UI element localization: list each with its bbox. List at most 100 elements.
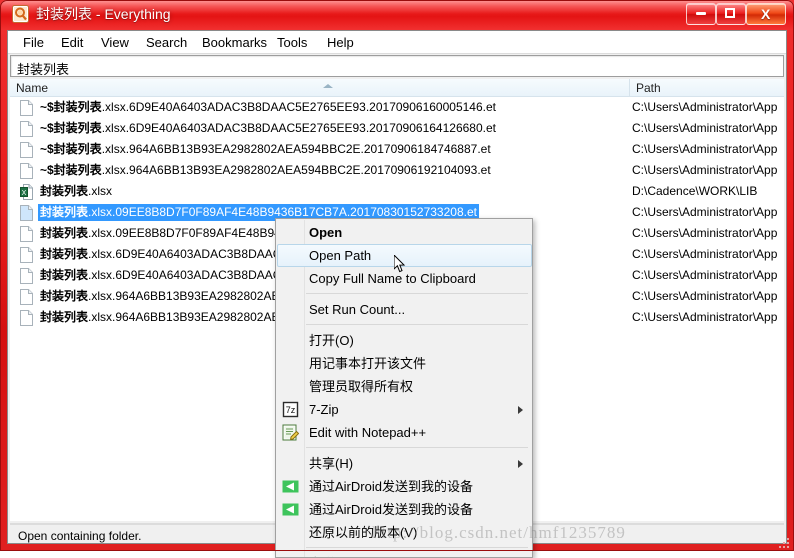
window-title: 封装列表 - Everything <box>36 6 171 22</box>
context-menu[interactable]: Open Open Path Copy Full Name to Clipboard… <box>275 218 533 558</box>
column-header-name[interactable]: Name <box>10 79 630 97</box>
context-menu-item-label: 用记事本打开该文件 <box>309 356 427 371</box>
file-path-cell: C:\Users\Administrator\App <box>632 121 778 135</box>
context-menu-item-label: 还原以前的版本(V) <box>309 525 418 540</box>
file-name-suffix: .xlsx.6D9E40A6403ADAC3B8DAAC5E2765EE93.2… <box>101 121 496 135</box>
file-name-cjk: ~$封装列表 <box>40 142 102 156</box>
file-name-suffix: .xlsx.09EE8B8D7F0F89AF4E48B943 <box>88 226 288 240</box>
svg-text:7z: 7z <box>286 405 296 415</box>
context-menu-item-label: Set Run Count... <box>309 302 406 317</box>
search-input[interactable] <box>15 58 779 78</box>
column-header-row: Name Path <box>10 79 784 97</box>
generic-file-icon <box>20 121 33 137</box>
close-icon: X <box>761 6 771 22</box>
context-menu-item[interactable]: 通过AirDroid发送到我的设备 <box>277 475 532 498</box>
table-row[interactable]: ~$封装列表.xlsx.6D9E40A6403ADAC3B8DAAC5E2765… <box>10 97 784 118</box>
context-menu-separator <box>306 293 528 294</box>
generic-file-icon <box>20 268 33 284</box>
file-name-cell: ~$封装列表.xlsx.964A6BB13B93EA2982802AEA594B… <box>38 141 493 158</box>
table-row[interactable]: ~$封装列表.xlsx.964A6BB13B93EA2982802AEA594B… <box>10 160 784 181</box>
file-name-cjk: 封装列表 <box>40 289 89 303</box>
airdroid-icon <box>282 501 299 518</box>
file-name-suffix: .xlsx.964A6BB13B93EA2982802AEA594BBC2E.2… <box>101 142 491 156</box>
file-name-cell: 封装列表.xlsx.09EE8B8D7F0F89AF4E48B943 <box>38 225 289 242</box>
context-menu-item[interactable]: Copy Full Name to Clipboard <box>277 267 532 290</box>
context-menu-item-label: 管理员取得所有权 <box>309 379 414 394</box>
context-menu-item[interactable]: 发送到(N) <box>277 552 532 557</box>
generic-file-icon <box>20 100 33 116</box>
context-menu-item[interactable]: Open Path <box>277 244 532 267</box>
maximize-button[interactable] <box>716 3 746 25</box>
context-menu-item-label: 共享(H) <box>309 456 354 471</box>
menu-bookmarks[interactable]: Bookmarks <box>197 34 272 51</box>
file-path-cell: C:\Users\Administrator\App <box>632 289 778 303</box>
menu-edit[interactable]: Edit <box>56 34 88 51</box>
context-menu-item[interactable]: 还原以前的版本(V) <box>277 521 532 544</box>
file-name-suffix: .xlsx <box>88 184 113 198</box>
menu-bar: File Edit View Search Bookmarks Tools He… <box>8 31 786 54</box>
sevenzip-icon: 7z <box>282 401 299 418</box>
context-menu-item[interactable]: Edit with Notepad++ <box>277 421 532 444</box>
everything-magnifier-icon <box>12 5 29 23</box>
menu-tools[interactable]: Tools <box>272 34 312 51</box>
excel-file-icon: X <box>20 184 33 200</box>
context-menu-item-label: 通过AirDroid发送到我的设备 <box>309 479 473 494</box>
file-name-cell: ~$封装列表.xlsx.964A6BB13B93EA2982802AEA594B… <box>38 162 493 179</box>
menu-help[interactable]: Help <box>322 34 359 51</box>
context-menu-item-label: 打开(O) <box>309 333 354 348</box>
file-name-suffix: .xlsx.09EE8B8D7F0F89AF4E48B9436B17CB7A.2… <box>88 205 477 219</box>
file-name-cell: 封装列表.xlsx.6D9E40A6403ADAC3B8DAAC <box>38 267 283 284</box>
context-menu-item[interactable]: 通过AirDroid发送到我的设备 <box>277 498 532 521</box>
minimize-button[interactable] <box>686 3 716 25</box>
file-name-suffix: .xlsx.964A6BB13B93EA2982802AEA594BBC2E.2… <box>101 163 491 177</box>
context-menu-item-label: 通过AirDroid发送到我的设备 <box>309 502 473 517</box>
search-box[interactable] <box>10 55 784 78</box>
menu-search[interactable]: Search <box>141 34 192 51</box>
column-header-path[interactable]: Path <box>630 79 784 97</box>
file-path-cell: C:\Users\Administrator\App <box>632 100 778 114</box>
close-button[interactable]: X <box>746 3 786 25</box>
file-path-cell: C:\Users\Administrator\App <box>632 163 778 177</box>
generic-file-icon <box>20 247 33 263</box>
file-path-cell: C:\Users\Administrator\App <box>632 247 778 261</box>
file-name-cell: 封装列表.xlsx.964A6BB13B93EA2982802AE <box>38 288 282 305</box>
menu-view[interactable]: View <box>96 34 134 51</box>
file-path-cell: C:\Users\Administrator\App <box>632 205 778 219</box>
file-name-cjk: ~$封装列表 <box>40 163 102 177</box>
context-menu-item[interactable]: Open <box>277 221 532 244</box>
file-path-cell: C:\Users\Administrator\App <box>632 226 778 240</box>
context-menu-item-label: 7-Zip <box>309 402 339 417</box>
file-path-cell: C:\Users\Administrator\App <box>632 142 778 156</box>
file-name-suffix: .xlsx.6D9E40A6403ADAC3B8DAAC5E2765EE93.2… <box>101 100 496 114</box>
context-menu-item[interactable]: 打开(O) <box>277 329 532 352</box>
resize-grip[interactable] <box>779 536 791 548</box>
context-menu-separator <box>306 547 528 548</box>
file-name-cell: 封装列表.xlsx <box>38 183 114 200</box>
menu-file[interactable]: File <box>18 34 49 51</box>
svg-text:X: X <box>22 190 27 197</box>
table-row[interactable]: ~$封装列表.xlsx.6D9E40A6403ADAC3B8DAAC5E2765… <box>10 118 784 139</box>
file-name-suffix: .xlsx.964A6BB13B93EA2982802AE <box>88 310 280 324</box>
everything-window: 封装列表 - Everything X File Edit View Searc… <box>0 0 794 558</box>
submenu-arrow-icon <box>518 460 523 468</box>
generic-file-icon <box>20 289 33 305</box>
context-menu-item[interactable]: Set Run Count... <box>277 298 532 321</box>
context-menu-item[interactable]: 7z 7-Zip <box>277 398 532 421</box>
file-name-cell: ~$封装列表.xlsx.6D9E40A6403ADAC3B8DAAC5E2765… <box>38 120 498 137</box>
title-bar[interactable]: 封装列表 - Everything X <box>0 0 794 30</box>
file-name-cjk: 封装列表 <box>40 226 89 240</box>
context-menu-item[interactable]: 用记事本打开该文件 <box>277 352 532 375</box>
table-row[interactable]: ~$封装列表.xlsx.964A6BB13B93EA2982802AEA594B… <box>10 139 784 160</box>
sort-ascending-icon <box>323 84 333 88</box>
generic-file-icon <box>20 205 33 221</box>
context-menu-item-label: Open <box>309 225 343 240</box>
context-menu-item[interactable]: 共享(H) <box>277 452 532 475</box>
notepadpp-icon <box>282 424 300 441</box>
file-name-suffix: .xlsx.964A6BB13B93EA2982802AE <box>88 289 280 303</box>
file-name-cjk: 封装列表 <box>40 310 89 324</box>
file-name-cell: ~$封装列表.xlsx.6D9E40A6403ADAC3B8DAAC5E2765… <box>38 99 498 116</box>
table-row[interactable]: X 封装列表.xlsx D:\Cadence\WORK\LIB <box>10 181 784 202</box>
context-menu-item-label: Copy Full Name to Clipboard <box>309 271 476 286</box>
context-menu-item[interactable]: 管理员取得所有权 <box>277 375 532 398</box>
file-name-suffix: .xlsx.6D9E40A6403ADAC3B8DAAC <box>88 247 282 261</box>
